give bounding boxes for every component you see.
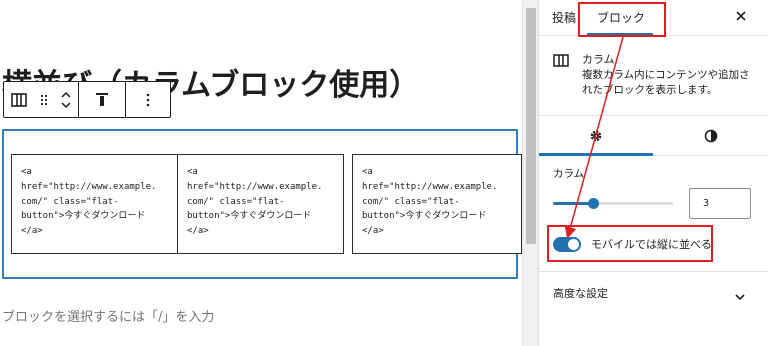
columns-number-value: 3	[703, 198, 710, 209]
block-appender-placeholder[interactable]: ブロックを選択するには「/」を入力	[2, 306, 214, 325]
contrast-icon	[704, 129, 717, 143]
drag-handle-icon[interactable]	[34, 82, 54, 117]
tab-post[interactable]: 投稿	[552, 9, 576, 26]
sidebar-tabs: 投稿 ブロック	[539, 0, 768, 37]
advanced-panel[interactable]: 高度な設定	[539, 272, 768, 312]
block-name: カラム	[582, 53, 615, 66]
more-vertical-icon[interactable]	[126, 82, 170, 117]
scrollbar-thumb[interactable]	[526, 8, 536, 244]
column-1[interactable]: <a href="http://www.example. com/" class…	[11, 154, 178, 254]
tab-styles[interactable]	[653, 116, 768, 156]
chevron-down-icon[interactable]	[734, 286, 746, 305]
block-description: 複数カラム内にコンテンツや追加されたブロックを表示します。	[582, 69, 750, 96]
columns-icon	[553, 52, 569, 71]
tab-settings[interactable]	[539, 116, 653, 156]
gear-icon	[590, 130, 602, 142]
columns-slider[interactable]	[553, 198, 673, 209]
annotation-box-toggle	[547, 225, 713, 262]
column-code[interactable]: <a href="http://www.example. com/" class…	[362, 165, 512, 239]
toolbar-group-block	[4, 82, 79, 117]
columns-block[interactable]: <a href="http://www.example. com/" class…	[2, 129, 522, 279]
toolbar-group-align	[79, 82, 126, 117]
columns-number-input[interactable]: 3	[689, 188, 751, 219]
column-code[interactable]: <a href="http://www.example. com/" class…	[21, 165, 168, 239]
block-mover	[54, 82, 78, 117]
columns-label: カラム	[553, 168, 585, 180]
align-top-icon[interactable]	[79, 82, 125, 117]
advanced-label[interactable]: 高度な設定	[553, 285, 608, 301]
editor-canvas: 横並び（カラムブロック使用） <a href="http://www.examp…	[0, 0, 522, 346]
annotation-box-block-tab	[578, 2, 666, 37]
inspector-tabs	[539, 116, 768, 156]
columns-slider-thumb[interactable]	[587, 198, 599, 209]
toolbar-group-more	[126, 82, 170, 117]
columns-settings-panel: カラム 3 モバイルでは縦に並べる	[539, 156, 768, 272]
block-card: カラム 複数カラム内にコンテンツや追加されたブロックを表示します。	[539, 36, 768, 116]
chevron-up-icon[interactable]	[60, 91, 72, 99]
close-icon[interactable]	[736, 9, 746, 25]
columns-icon[interactable]	[4, 82, 34, 117]
chevron-down-icon[interactable]	[60, 101, 72, 109]
editor-scrollbar[interactable]	[522, 0, 538, 346]
column-code[interactable]: <a href="http://www.example. com/" class…	[187, 165, 334, 239]
column-2[interactable]: <a href="http://www.example. com/" class…	[177, 154, 344, 254]
column-3[interactable]: <a href="http://www.example. com/" class…	[352, 154, 522, 254]
settings-sidebar: 投稿 ブロック カラム 複数カラム内にコンテンツや追加されたブロックを表示します…	[538, 0, 768, 346]
block-toolbar	[3, 81, 171, 118]
